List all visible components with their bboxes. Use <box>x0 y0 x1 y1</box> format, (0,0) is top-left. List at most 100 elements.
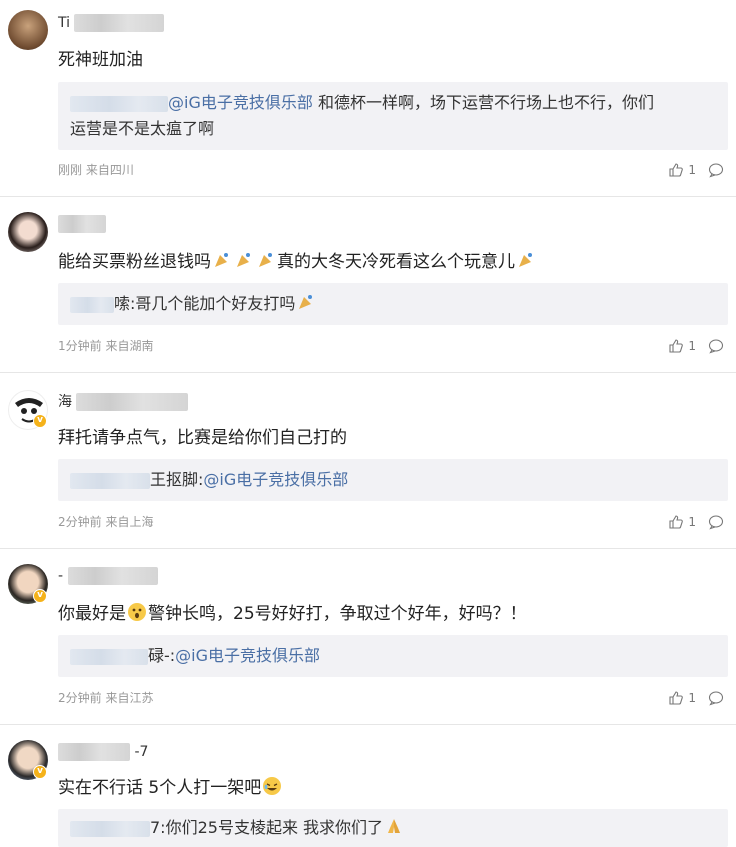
comment-actions: 1 <box>668 688 724 708</box>
like-button[interactable]: 1 <box>668 514 696 530</box>
like-button[interactable]: 1 <box>668 338 696 354</box>
reply-box[interactable]: 7:你们25号支棱起来 我求你们了 <box>58 809 728 847</box>
comment-meta: 1分钟前 来自湖南 <box>58 337 153 355</box>
party-popper-icon <box>299 295 313 309</box>
comment-meta: 刚刚 来自四川 <box>58 161 134 179</box>
comment-text-cont: 真的大冬天冷死看这么个玩意儿 <box>277 252 515 272</box>
comment-text: 死神班加油 <box>58 50 143 70</box>
comment-text-row: 实在不行话 5个人打一架吧 <box>58 775 283 801</box>
comment-actions: 1 <box>668 160 724 180</box>
comment-item: v -7 实在不行话 5个人打一架吧 7:你们25号支棱起来 我求你们了 <box>0 725 736 847</box>
praying-hands-icon <box>388 819 401 833</box>
comment-source: 来自湖南 <box>105 339 154 353</box>
username-blur <box>58 215 106 233</box>
verified-badge-icon: v <box>33 414 47 428</box>
speech-bubble-icon[interactable] <box>708 690 724 706</box>
reply-text: 你们25号支棱起来 我求你们了 <box>165 818 384 837</box>
comment-text: 你最好是 <box>58 604 126 624</box>
reply-line: @iG电子竞技俱乐部 和德杯一样啊，场下运营不行场上也不行，你们 <box>70 90 716 116</box>
comment-meta: 2分钟前 来自上海 <box>58 513 153 531</box>
username-blur <box>74 14 165 32</box>
verified-badge-icon: v <box>33 589 47 603</box>
reply-box[interactable]: 嗦:哥几个能加个好友打吗 <box>58 283 728 325</box>
username-blur <box>76 393 189 411</box>
reply-box[interactable]: 王抠脚:@iG电子竞技俱乐部 <box>58 459 728 501</box>
comment-text: 拜托请争点气，比赛是给你们自己打的 <box>58 428 347 448</box>
thumbs-up-icon <box>669 339 684 353</box>
reply-user[interactable]: 王抠脚: <box>150 470 203 489</box>
comment-text-row: 你最好是 警钟长鸣，25号好好打，争取过个好年，好吗？！ <box>58 601 527 627</box>
username[interactable]: - <box>58 565 158 587</box>
username-visible: Ti <box>58 15 71 31</box>
comment-text-cont: 警钟长鸣，25号好好打，争取过个好年，好吗？！ <box>148 604 527 624</box>
shocked-face-icon <box>128 603 146 621</box>
comment-text: 实在不行话 5个人打一架吧 <box>58 778 262 798</box>
comment-time: 刚刚 <box>58 163 83 177</box>
comment-time: 1分钟前 <box>58 339 102 353</box>
thumbs-up-icon <box>669 515 684 529</box>
like-count: 1 <box>688 163 696 177</box>
thumbs-up-icon <box>669 691 684 705</box>
comment-source: 来自江苏 <box>105 691 154 705</box>
comment-source: 来自上海 <box>105 515 154 529</box>
party-popper-icon <box>215 253 228 267</box>
comment-item: 能给买票粉丝退钱吗 真的大冬天冷死看这么个玩意儿 嗦:哥几个能加个好友打吗 1分钟… <box>0 197 736 373</box>
reply-user[interactable]: 碌-: <box>148 646 175 665</box>
reply-user[interactable]: 嗦 <box>114 294 130 313</box>
comment-meta: 2分钟前 来自江苏 <box>58 689 153 707</box>
comment-time: 2分钟前 <box>58 691 102 705</box>
speech-bubble-icon[interactable] <box>708 338 724 354</box>
comment-time: 2分钟前 <box>58 515 102 529</box>
username[interactable]: 海 <box>58 391 189 413</box>
username-visible: -7 <box>134 744 149 760</box>
reply-text: :哥几个能加个好友打吗 <box>130 294 296 313</box>
reply-user-blur <box>70 472 150 489</box>
verified-badge-icon: v <box>33 765 47 779</box>
reply-user-blur <box>70 95 168 112</box>
like-button[interactable]: 1 <box>668 162 696 178</box>
comment-item: Ti 死神班加油 @iG电子竞技俱乐部 和德杯一样啊，场下运营不行场上也不行，你… <box>0 0 736 197</box>
like-count: 1 <box>688 691 696 705</box>
party-popper-icon <box>519 253 532 267</box>
like-count: 1 <box>688 515 696 529</box>
comment-text-row: 能给买票粉丝退钱吗 真的大冬天冷死看这么个玩意儿 <box>58 249 537 275</box>
party-popper-icon <box>259 253 272 267</box>
reply-box[interactable]: 碌-:@iG电子竞技俱乐部 <box>58 635 728 677</box>
username-blur <box>58 743 130 761</box>
username[interactable]: -7 <box>58 741 148 763</box>
reply-user-blur <box>70 820 150 837</box>
reply-user[interactable]: 7: <box>150 818 166 837</box>
comment-item: v 海 拜托请争点气，比赛是给你们自己打的 王抠脚:@iG电子竞技俱乐部 2分钟… <box>0 373 736 549</box>
like-count: 1 <box>688 339 696 353</box>
username[interactable]: Ti <box>58 12 165 34</box>
username-visible: 海 <box>58 394 72 410</box>
reply-line: 碌-:@iG电子竞技俱乐部 <box>70 643 716 669</box>
username[interactable] <box>58 213 106 235</box>
comment-source: 来自四川 <box>85 163 134 177</box>
thumbs-up-icon <box>669 163 684 177</box>
comment-item: v - 你最好是 警钟长鸣，25号好好打，争取过个好年，好吗？！ 碌-:@iG电子… <box>0 549 736 725</box>
avatar[interactable] <box>8 10 48 50</box>
mention-link[interactable]: @iG电子竞技俱乐部 <box>203 470 348 489</box>
reply-line: 嗦:哥几个能加个好友打吗 <box>70 291 716 317</box>
reply-text-line2: 运营是不是太瘟了啊 <box>70 119 215 138</box>
avatar[interactable] <box>8 212 48 252</box>
reply-box[interactable]: @iG电子竞技俱乐部 和德杯一样啊，场下运营不行场上也不行，你们 运营是不是太瘟… <box>58 82 728 150</box>
reply-text: 和德杯一样啊，场下运营不行场上也不行，你们 <box>312 93 654 112</box>
comment-text: 能给买票粉丝退钱吗 <box>58 252 211 272</box>
username-blur <box>67 567 158 585</box>
username-visible: - <box>58 568 64 584</box>
reply-user-blur <box>70 296 114 313</box>
reply-user-blur <box>70 648 148 665</box>
mention-link[interactable]: @iG电子竞技俱乐部 <box>175 646 320 665</box>
reply-line: 7:你们25号支棱起来 我求你们了 <box>70 815 716 841</box>
party-popper-icon <box>237 253 250 267</box>
speech-bubble-icon[interactable] <box>708 514 724 530</box>
speech-bubble-icon[interactable] <box>708 162 724 178</box>
comment-actions: 1 <box>668 512 724 532</box>
mention-link[interactable]: @iG电子竞技俱乐部 <box>168 93 313 112</box>
reply-line: 王抠脚:@iG电子竞技俱乐部 <box>70 467 716 493</box>
like-button[interactable]: 1 <box>668 690 696 706</box>
comment-actions: 1 <box>668 336 724 356</box>
laughing-face-icon <box>263 777 282 795</box>
